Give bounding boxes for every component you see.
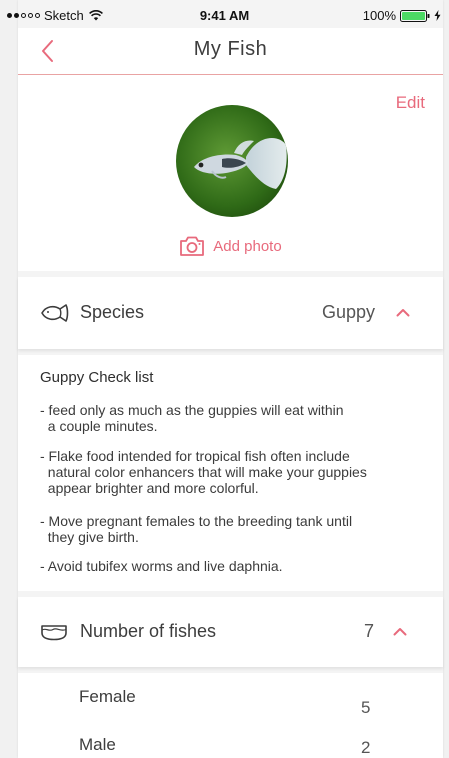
- charging-bolt-icon: [434, 10, 441, 21]
- guppy-image: [176, 105, 288, 217]
- battery-icon: [400, 9, 430, 22]
- checklist-line: - Avoid tubifex worms and live daphnia.: [40, 558, 283, 574]
- edit-button[interactable]: Edit: [396, 93, 425, 113]
- checklist-title: Guppy Check list: [40, 369, 154, 386]
- fish-icon: [41, 304, 69, 322]
- fish-count-label: Number of fishes: [80, 621, 217, 641]
- gender-breakdown: Female 5 Male 2: [18, 673, 443, 758]
- camera-icon: [180, 236, 205, 256]
- checklist-line: - Flake food intended for tropical fish …: [40, 448, 350, 464]
- female-count[interactable]: 5: [361, 698, 370, 718]
- species-value: Guppy: [322, 302, 376, 322]
- fish-profile: Edit Add photo: [18, 75, 443, 271]
- checklist-line: - Move pregnant females to the breeding …: [40, 513, 353, 529]
- add-photo-label: Add photo: [213, 237, 282, 255]
- chevron-up-icon[interactable]: [396, 308, 410, 317]
- female-label: Female: [79, 687, 136, 706]
- checklist-line: - feed only as much as the guppies will …: [40, 402, 344, 418]
- page-title: My Fish: [193, 38, 268, 60]
- app-screen: My Fish Edit Add photo Species Guppy Gup…: [18, 0, 443, 758]
- checklist-line: they give birth.: [40, 529, 139, 545]
- checklist-line: a couple minutes.: [40, 418, 158, 434]
- male-count[interactable]: 2: [361, 738, 370, 758]
- fish-count-row[interactable]: Number of fishes 7: [18, 597, 443, 667]
- status-right: 100%: [363, 8, 441, 23]
- fish-photo[interactable]: [176, 105, 288, 217]
- male-label: Male: [79, 735, 116, 754]
- checklist-item: - feed only as much as the guppies will …: [40, 402, 432, 434]
- checklist-item: - Move pregnant females to the breeding …: [40, 513, 432, 545]
- nav-bar: My Fish: [18, 28, 443, 75]
- care-checklist: Guppy Check list - feed only as much as …: [18, 355, 443, 591]
- aquarium-icon: [41, 625, 67, 641]
- checklist-item: - Avoid tubifex worms and live daphnia.: [40, 558, 432, 574]
- chevron-up-icon[interactable]: [393, 627, 407, 636]
- checklist-item: - Flake food intended for tropical fish …: [40, 448, 432, 496]
- add-photo-button[interactable]: Add photo: [18, 235, 443, 257]
- checklist-line: appear brighter and more colorful.: [40, 480, 259, 496]
- species-label: Species: [80, 302, 145, 322]
- page: Sketch 9:41 AM 100% My Fish Edit Add pho…: [0, 0, 449, 758]
- fish-count-value: 7: [364, 621, 375, 641]
- status-bar: Sketch 9:41 AM 100%: [0, 0, 449, 30]
- battery-percentage: 100%: [362, 8, 396, 23]
- checklist-line: natural color enhancers that will make y…: [40, 464, 367, 480]
- species-row[interactable]: Species Guppy: [18, 277, 443, 349]
